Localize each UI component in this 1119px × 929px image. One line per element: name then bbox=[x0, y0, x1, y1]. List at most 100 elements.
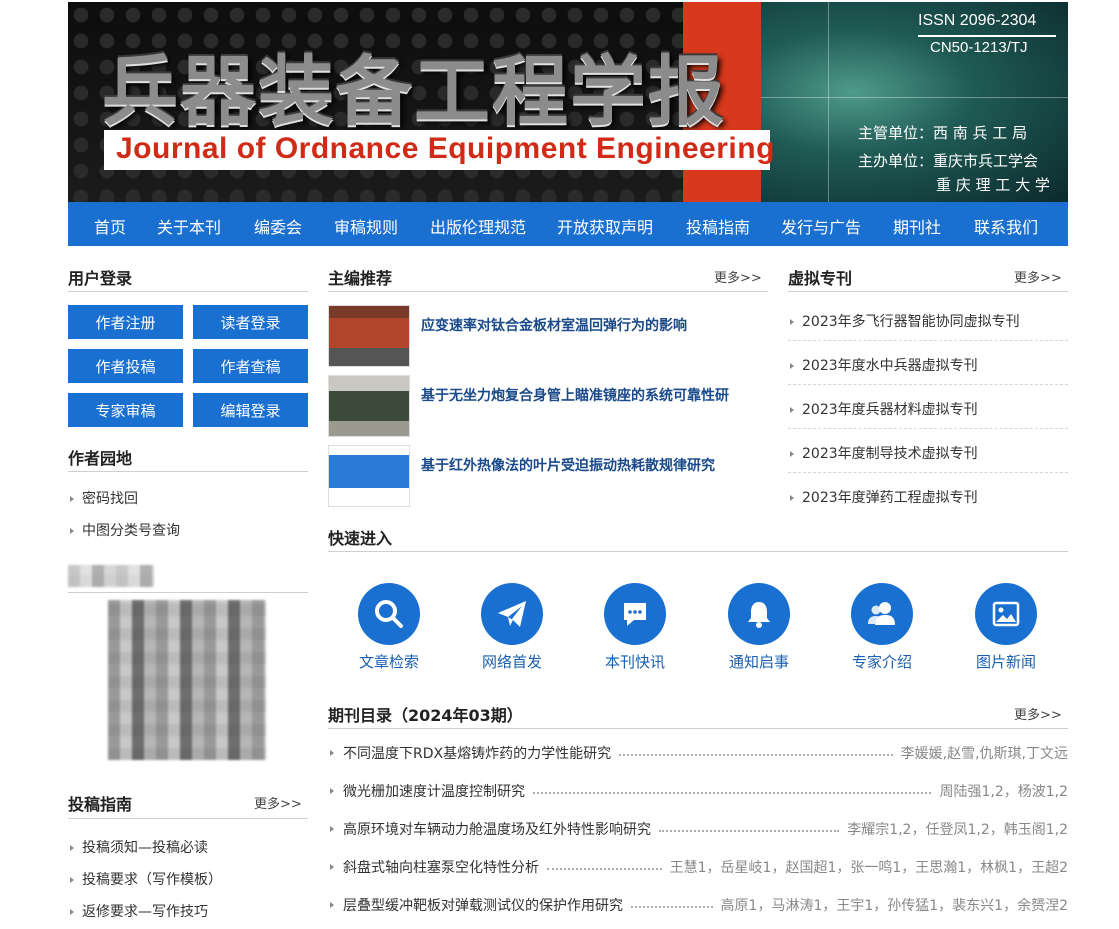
arrow-icon bbox=[70, 877, 74, 883]
login-section-title: 用户登录 bbox=[68, 269, 133, 288]
list-divider bbox=[788, 384, 1068, 385]
arrow-icon bbox=[330, 826, 334, 832]
submission-requirements-link[interactable]: 投稿要求（写作模板） bbox=[70, 869, 222, 889]
editor-picks-more-link[interactable]: 更多>> bbox=[714, 267, 762, 286]
blurred-section-title bbox=[68, 565, 154, 587]
image-icon bbox=[992, 601, 1020, 627]
arrow-icon bbox=[790, 451, 794, 457]
nav-home[interactable]: 首页 bbox=[94, 214, 126, 238]
author-query-button[interactable]: 作者查稿 bbox=[193, 349, 308, 383]
nav-submission-guide[interactable]: 投稿指南 bbox=[686, 214, 750, 238]
issn-divider bbox=[918, 35, 1056, 37]
list-divider bbox=[788, 428, 1068, 429]
article-authors: 李耀宗1,2，任登凤1,2，韩玉阁1,2 bbox=[847, 822, 1068, 838]
virtual-issue-link[interactable]: 2023年度兵器材料虚拟专刊 bbox=[790, 399, 978, 419]
nav-editorial-board[interactable]: 编委会 bbox=[254, 214, 302, 238]
reader-login-button[interactable]: 读者登录 bbox=[193, 305, 308, 339]
journal-title-cn: 兵器装备工程学报 bbox=[102, 47, 726, 136]
online-first-button[interactable] bbox=[481, 583, 543, 645]
arrow-icon bbox=[790, 495, 794, 501]
arrow-icon bbox=[330, 864, 334, 870]
article-thumbnail[interactable] bbox=[328, 305, 410, 367]
experts-label[interactable]: 专家介绍 bbox=[827, 651, 937, 672]
toc-article-row[interactable]: 斜盘式轴向柱塞泵空化特性分析 王慧1，岳星岐1，赵国超1，张一鸣1，王思瀚1，林… bbox=[328, 856, 1068, 878]
article-thumbnail[interactable] bbox=[328, 375, 410, 437]
main-nav: 首页 关于本刊 编委会 审稿规则 出版伦理规范 开放获取声明 投稿指南 发行与广… bbox=[68, 202, 1068, 246]
author-register-button[interactable]: 作者注册 bbox=[68, 305, 183, 339]
arrow-icon bbox=[70, 845, 74, 851]
clc-query-link[interactable]: 中图分类号查询 bbox=[70, 520, 180, 540]
leader-dots bbox=[619, 754, 893, 756]
banner-teal-background bbox=[761, 2, 1068, 202]
author-garden-title: 作者园地 bbox=[68, 449, 133, 468]
paper-plane-icon bbox=[498, 601, 526, 627]
editor-pick-article-link[interactable]: 基于无坐力炮复合身管上瞄准镜座的系统可靠性研 bbox=[421, 385, 729, 405]
notices-button[interactable] bbox=[728, 583, 790, 645]
article-authors: 周陆强1,2，杨波1,2 bbox=[939, 784, 1068, 800]
notices-label[interactable]: 通知启事 bbox=[704, 651, 814, 672]
submission-guide-title: 投稿指南 bbox=[68, 795, 133, 814]
toc-article-row[interactable]: 不同温度下RDX基熔铸炸药的力学性能研究 李媛媛,赵雪,仇斯琪,丁文远 bbox=[328, 742, 1068, 764]
revision-requirements-link[interactable]: 返修要求—写作技巧 bbox=[70, 901, 208, 921]
nav-open-access[interactable]: 开放获取声明 bbox=[557, 214, 653, 238]
article-title[interactable]: 不同温度下RDX基熔铸炸药的力学性能研究 bbox=[343, 743, 611, 763]
article-title[interactable]: 微光栅加速度计温度控制研究 bbox=[343, 781, 525, 801]
submission-guide-more-link[interactable]: 更多>> bbox=[254, 793, 302, 812]
virtual-issue-link[interactable]: 2023年度水中兵器虚拟专刊 bbox=[790, 355, 978, 375]
article-search-button[interactable] bbox=[358, 583, 420, 645]
login-divider bbox=[68, 291, 308, 292]
submission-notice-link[interactable]: 投稿须知—投稿必读 bbox=[70, 837, 208, 857]
photo-news-label[interactable]: 图片新闻 bbox=[951, 651, 1061, 672]
journal-title-en-box: Journal of Ordnance Equipment Engineerin… bbox=[104, 130, 774, 170]
virtual-issue-link[interactable]: 2023年度弹药工程虚拟专刊 bbox=[790, 487, 978, 507]
search-icon bbox=[375, 600, 403, 628]
virtual-issue-link[interactable]: 2023年多飞行器智能协同虚拟专刊 bbox=[790, 311, 1020, 331]
users-icon bbox=[868, 602, 895, 625]
toc-more-link[interactable]: 更多>> bbox=[1014, 704, 1062, 723]
journal-news-label[interactable]: 本刊快讯 bbox=[580, 651, 690, 672]
arrow-icon bbox=[330, 788, 334, 794]
toc-article-row[interactable]: 层叠型缓冲靶板对弹载测试仪的保护作用研究 高原1，马淋涛1，王宇1，孙传猛1，裴… bbox=[328, 894, 1068, 916]
virtual-issues-divider bbox=[788, 291, 1068, 292]
editor-pick-article-link[interactable]: 应变速率对钛合金板材室温回弹行为的影响 bbox=[421, 315, 687, 335]
list-divider bbox=[788, 340, 1068, 341]
virtual-issue-link[interactable]: 2023年度制导技术虚拟专刊 bbox=[790, 443, 978, 463]
editor-login-button[interactable]: 编辑登录 bbox=[193, 393, 308, 427]
arrow-icon bbox=[330, 902, 334, 908]
banner-crosshair-line bbox=[828, 2, 829, 202]
toc-article-row[interactable]: 微光栅加速度计温度控制研究 周陆强1,2，杨波1,2 bbox=[328, 780, 1068, 802]
article-search-label[interactable]: 文章检索 bbox=[334, 651, 444, 672]
bell-icon bbox=[748, 602, 770, 628]
leader-dots bbox=[533, 792, 932, 794]
journal-news-button[interactable] bbox=[604, 583, 666, 645]
arrow-icon bbox=[790, 319, 794, 325]
arrow-icon bbox=[70, 909, 74, 915]
editor-pick-article-link[interactable]: 基于红外热像法的叶片受迫振动热耗散规律研究 bbox=[421, 455, 715, 475]
org-line-sponsor: 主办单位：重庆市兵工学会 bbox=[858, 152, 1039, 170]
nav-journal-office[interactable]: 期刊社 bbox=[893, 214, 941, 238]
nav-distribution-ads[interactable]: 发行与广告 bbox=[781, 214, 861, 238]
toc-article-row[interactable]: 高原环境对车辆动力舱温度场及红外特性影响研究 李耀宗1,2，任登凤1,2，韩玉阁… bbox=[328, 818, 1068, 840]
quick-access-divider bbox=[328, 551, 1068, 552]
photo-news-button[interactable] bbox=[975, 583, 1037, 645]
experts-button[interactable] bbox=[851, 583, 913, 645]
article-thumbnail[interactable] bbox=[328, 445, 410, 507]
article-title[interactable]: 层叠型缓冲靶板对弹载测试仪的保护作用研究 bbox=[343, 895, 623, 915]
virtual-issues-more-link[interactable]: 更多>> bbox=[1014, 267, 1062, 286]
arrow-icon bbox=[790, 407, 794, 413]
author-submit-button[interactable]: 作者投稿 bbox=[68, 349, 183, 383]
arrow-icon bbox=[70, 496, 74, 502]
virtual-issues-title: 虚拟专刊 bbox=[788, 269, 853, 288]
online-first-label[interactable]: 网络首发 bbox=[457, 651, 567, 672]
nav-about[interactable]: 关于本刊 bbox=[157, 214, 221, 238]
list-divider bbox=[788, 472, 1068, 473]
nav-review-rules[interactable]: 审稿规则 bbox=[334, 214, 398, 238]
expert-review-button[interactable]: 专家审稿 bbox=[68, 393, 183, 427]
password-recovery-link[interactable]: 密码找回 bbox=[70, 488, 138, 508]
qr-divider bbox=[68, 592, 308, 593]
article-title[interactable]: 斜盘式轴向柱塞泵空化特性分析 bbox=[343, 857, 539, 877]
nav-contact[interactable]: 联系我们 bbox=[974, 214, 1038, 238]
nav-ethics[interactable]: 出版伦理规范 bbox=[430, 214, 526, 238]
article-title[interactable]: 高原环境对车辆动力舱温度场及红外特性影响研究 bbox=[343, 819, 651, 839]
editor-picks-title: 主编推荐 bbox=[328, 269, 393, 288]
